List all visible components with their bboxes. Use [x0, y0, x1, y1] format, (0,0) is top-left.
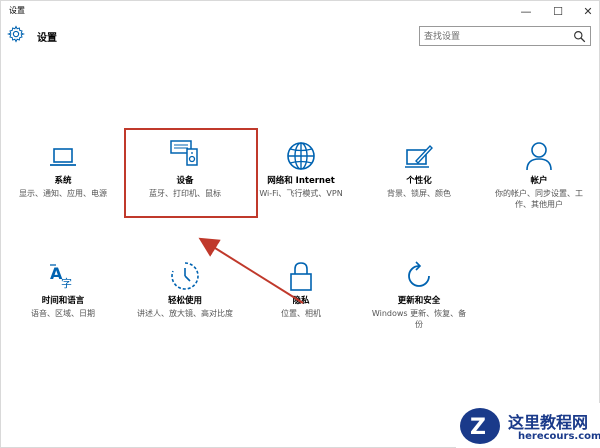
tile-label: 个性化 [406, 176, 432, 186]
tile-description: Wi-Fi、飞行模式、VPN [259, 189, 343, 198]
tile-privacy[interactable]: 隐私 位置、相机 [243, 259, 359, 319]
tile-description: 背景、锁屏、颜色 [387, 189, 451, 198]
tile-system[interactable]: 系统 显示、通知、应用、电源 [5, 141, 121, 199]
maximize-button[interactable]: ☐ [543, 1, 573, 21]
tile-description: 位置、相机 [281, 309, 321, 318]
svg-text:Z: Z [470, 415, 486, 440]
svg-text:字: 字 [61, 276, 72, 290]
minimize-icon: — [520, 4, 532, 18]
update-icon [408, 261, 430, 287]
tile-description: 语音、区域、日期 [31, 309, 95, 318]
search-icon[interactable] [573, 30, 586, 43]
tile-label: 时间和语言 [41, 296, 85, 306]
person-icon [526, 142, 552, 171]
watermark-logo: Z 这里教程网 herecours.com [456, 403, 600, 448]
title-bar: 设置 — ☐ ✕ [1, 1, 600, 21]
tile-accounts[interactable]: 帐户 你的帐户、同步设置、工作、其他用户 [481, 139, 597, 210]
tile-label: 系统 [54, 176, 72, 186]
globe-icon [287, 142, 315, 170]
minimize-button[interactable]: — [511, 1, 541, 21]
settings-window: 设置 — ☐ ✕ 设置 系统 显示、通知、应用、电源 [0, 0, 600, 448]
tile-description: 显示、通知、应用、电源 [19, 189, 107, 198]
close-icon: ✕ [583, 4, 593, 18]
tile-description: 讲述人、放大镜、高对比度 [137, 309, 233, 318]
tile-description: Windows 更新、恢复、备份 [371, 309, 467, 329]
tile-update-security[interactable]: 更新和安全 Windows 更新、恢复、备份 [361, 259, 477, 330]
tile-label: 帐户 [530, 176, 548, 186]
close-button[interactable]: ✕ [573, 1, 600, 21]
tile-ease-of-access[interactable]: 轻松使用 讲述人、放大镜、高对比度 [127, 259, 243, 319]
laptop-icon [50, 148, 76, 166]
lock-icon [290, 262, 312, 291]
page-title: 设置 [37, 33, 57, 44]
tile-time-language[interactable]: A 字 时间和语言 语音、区域、日期 [5, 259, 121, 319]
settings-header: 设置 [1, 23, 600, 49]
tile-label: 网络和 Internet [267, 176, 335, 186]
logo-icon: Z [460, 408, 500, 444]
search-box[interactable] [419, 26, 591, 46]
highlight-box [124, 128, 258, 218]
annotation-arrow [198, 237, 304, 304]
maximize-icon: ☐ [553, 4, 563, 18]
tile-network[interactable]: 网络和 Internet Wi-Fi、飞行模式、VPN [243, 139, 359, 199]
gear-icon [7, 25, 25, 43]
search-input[interactable] [424, 30, 574, 43]
window-title: 设置 [9, 6, 25, 15]
tile-label: 隐私 [292, 296, 310, 306]
tile-description: 你的帐户、同步设置、工作、其他用户 [495, 189, 583, 209]
tile-personalization[interactable]: 个性化 背景、锁屏、颜色 [361, 141, 477, 199]
ease-of-access-icon [171, 262, 199, 290]
tile-label: 更新和安全 [397, 296, 441, 306]
logo-url: herecours.com [518, 431, 600, 442]
logo-title: 这里教程网 [508, 413, 589, 432]
tile-label: 轻松使用 [167, 296, 202, 306]
personalization-icon [405, 144, 433, 168]
time-language-icon: A 字 [50, 264, 72, 290]
